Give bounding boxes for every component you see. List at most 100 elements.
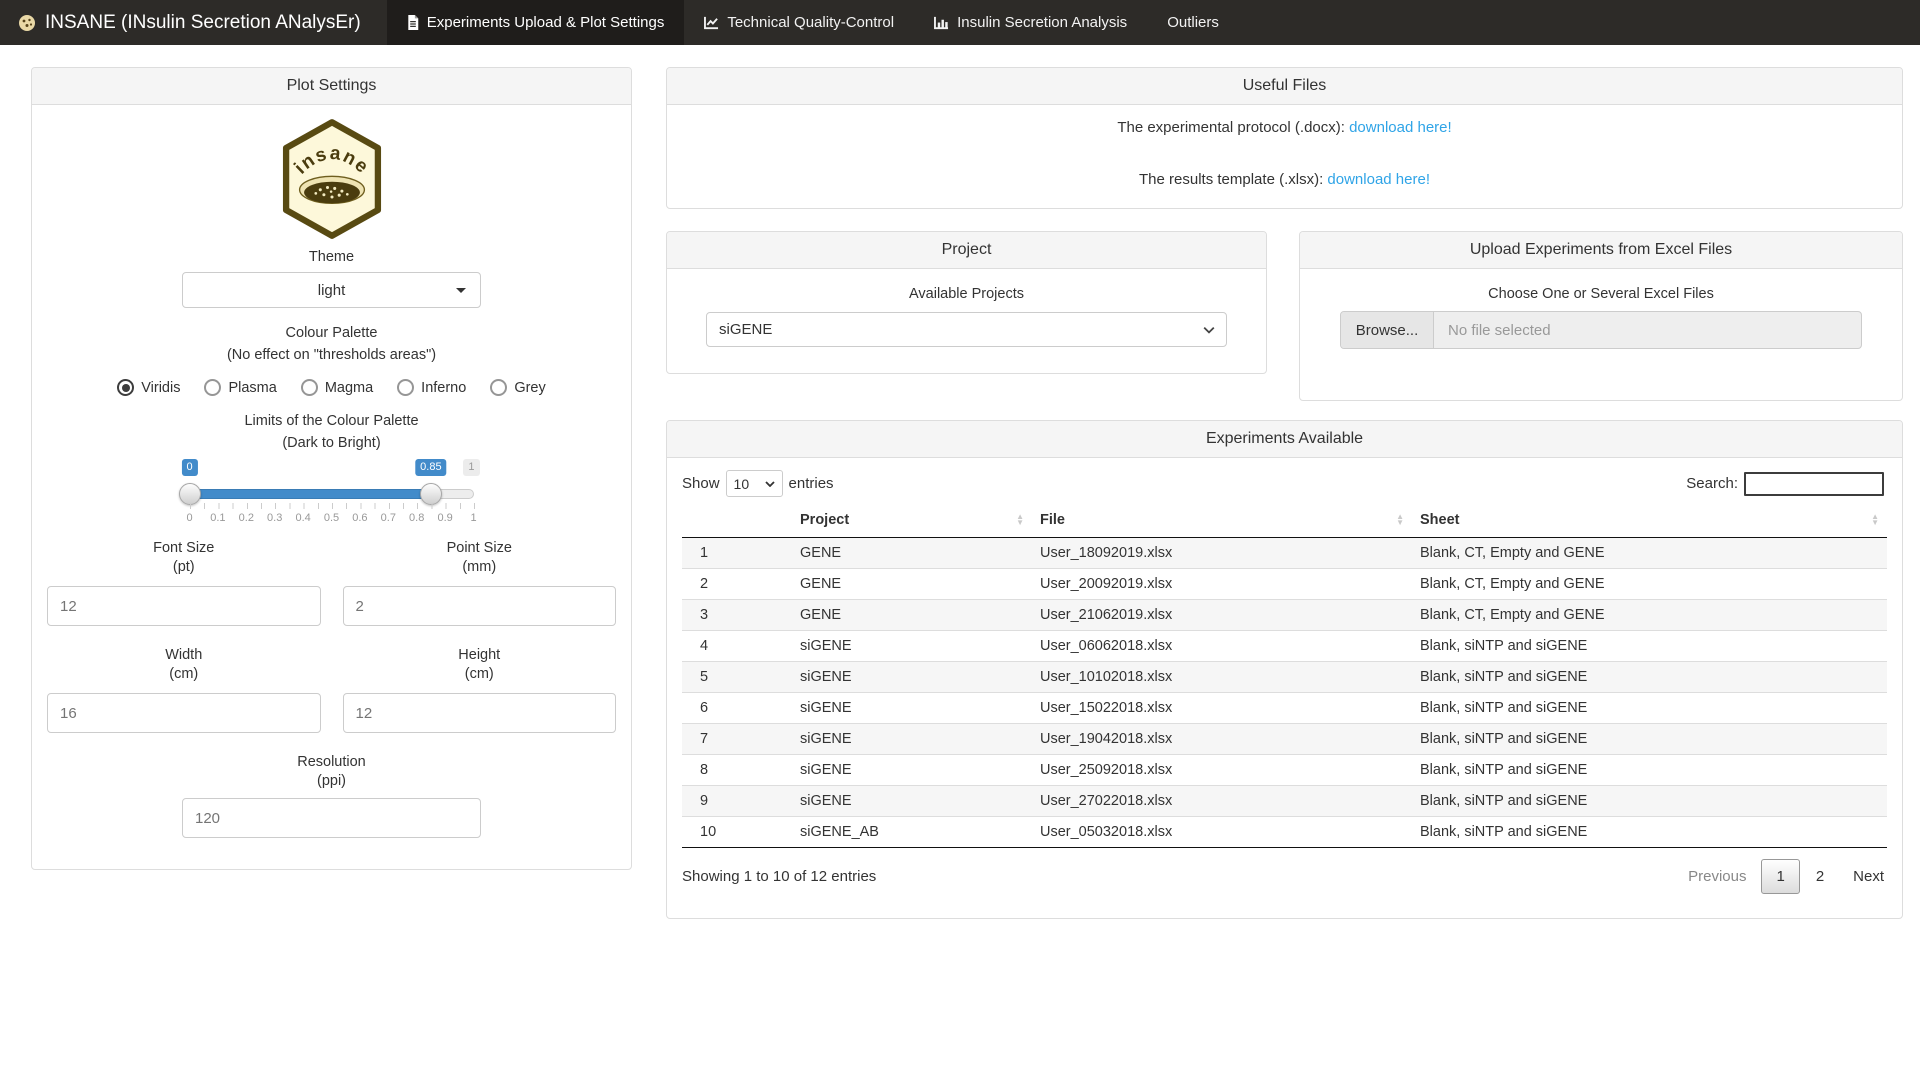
pagination-page-1[interactable]: 1 bbox=[1761, 859, 1799, 894]
pagination-next[interactable]: Next bbox=[1853, 868, 1884, 885]
height-label: Height bbox=[343, 646, 617, 665]
insane-logo: insane bbox=[278, 118, 386, 240]
radio-dot-icon bbox=[204, 379, 221, 396]
column-header-file[interactable]: File▲▼ bbox=[1032, 503, 1412, 538]
column-header-index[interactable] bbox=[682, 503, 792, 538]
page-length-select[interactable]: 10 bbox=[726, 470, 783, 497]
page-length-value: 10 bbox=[734, 476, 750, 492]
resolution-input[interactable] bbox=[182, 798, 481, 838]
navbar: INSANE (INsulin Secretion ANalysEr) Expe… bbox=[0, 0, 1920, 45]
point-size-input[interactable] bbox=[343, 586, 617, 626]
choose-files-label: Choose One or Several Excel Files bbox=[1300, 285, 1902, 304]
pagination: Previous 1 2 Next bbox=[1688, 859, 1884, 894]
navbar-brand: INSANE (INsulin Secretion ANalysEr) bbox=[0, 0, 379, 45]
template-line: The results template (.xlsx): download h… bbox=[667, 170, 1902, 189]
plot-settings-panel: Plot Settings insane Theme light Colour … bbox=[31, 67, 632, 870]
radio-dot-icon bbox=[490, 379, 507, 396]
colour-palette-sublabel: (No effect on "thresholds areas") bbox=[32, 346, 631, 365]
sort-icon: ▲▼ bbox=[1871, 514, 1879, 526]
point-size-label: Point Size bbox=[343, 539, 617, 558]
slider-handle-from[interactable] bbox=[179, 483, 201, 505]
theme-select-value: light bbox=[318, 282, 346, 299]
table-info: Showing 1 to 10 of 12 entries bbox=[682, 868, 876, 885]
height-input[interactable] bbox=[343, 693, 617, 733]
radio-viridis[interactable]: Viridis bbox=[117, 379, 180, 396]
useful-files-title: Useful Files bbox=[667, 68, 1902, 105]
table-row[interactable]: 8siGENEUser_25092018.xlsxBlank, siNTP an… bbox=[682, 755, 1887, 786]
table-row[interactable]: 3GENEUser_21062019.xlsxBlank, CT, Empty … bbox=[682, 600, 1887, 631]
pagination-previous[interactable]: Previous bbox=[1688, 868, 1746, 885]
slider-to-value: 0.85 bbox=[415, 459, 446, 476]
table-row[interactable]: 4siGENEUser_06062018.xlsxBlank, siNTP an… bbox=[682, 631, 1887, 662]
useful-files-panel: Useful Files The experimental protocol (… bbox=[666, 67, 1903, 209]
brand-title: INSANE (INsulin Secretion ANalysEr) bbox=[45, 12, 361, 34]
resolution-unit: (ppi) bbox=[32, 772, 631, 791]
width-input[interactable] bbox=[47, 693, 321, 733]
project-panel: Project Available Projects siGENE bbox=[666, 231, 1267, 374]
tab-outliers[interactable]: Outliers bbox=[1147, 0, 1239, 45]
resolution-label: Resolution bbox=[32, 753, 631, 772]
palette-limits-label: Limits of the Colour Palette bbox=[32, 412, 631, 431]
height-unit: (cm) bbox=[343, 665, 617, 684]
table-row[interactable]: 10siGENE_ABUser_05032018.xlsxBlank, siNT… bbox=[682, 817, 1887, 848]
column-header-project[interactable]: Project▲▼ bbox=[792, 503, 1032, 538]
font-size-unit: (pt) bbox=[47, 558, 321, 577]
column-header-sheet[interactable]: Sheet▲▼ bbox=[1412, 503, 1887, 538]
slider-handle-to[interactable] bbox=[420, 483, 442, 505]
sort-icon: ▲▼ bbox=[1396, 514, 1404, 526]
available-projects-value: siGENE bbox=[719, 321, 772, 338]
table-row[interactable]: 9siGENEUser_27022018.xlsxBlank, siNTP an… bbox=[682, 786, 1887, 817]
table-row[interactable]: 6siGENEUser_15022018.xlsxBlank, siNTP an… bbox=[682, 693, 1887, 724]
file-icon bbox=[407, 15, 419, 30]
experiments-panel: Experiments Available Show 10 entries Se… bbox=[666, 420, 1903, 919]
tab-label: Technical Quality-Control bbox=[727, 14, 894, 31]
radio-plasma[interactable]: Plasma bbox=[204, 379, 276, 396]
entries-label: entries bbox=[789, 475, 834, 492]
table-row[interactable]: 2GENEUser_20092019.xlsxBlank, CT, Empty … bbox=[682, 569, 1887, 600]
radio-dot-icon bbox=[117, 379, 134, 396]
pagination-page-2[interactable]: 2 bbox=[1809, 860, 1831, 893]
radio-magma[interactable]: Magma bbox=[301, 379, 373, 396]
experiments-table: Project▲▼ File▲▼ Sheet▲▼ 1GENEUser_18092… bbox=[682, 503, 1887, 848]
project-title: Project bbox=[667, 232, 1266, 269]
font-size-label: Font Size bbox=[47, 539, 321, 558]
theme-select[interactable]: light bbox=[182, 272, 481, 308]
upload-panel: Upload Experiments from Excel Files Choo… bbox=[1299, 231, 1903, 401]
radio-inferno[interactable]: Inferno bbox=[397, 379, 466, 396]
download-template-link[interactable]: download here! bbox=[1327, 171, 1430, 188]
search-input[interactable] bbox=[1744, 472, 1884, 496]
slider-selected-bar bbox=[190, 489, 431, 499]
chevron-down-icon bbox=[1203, 326, 1215, 334]
download-protocol-link[interactable]: download here! bbox=[1349, 119, 1452, 136]
page-length-control: Show 10 entries bbox=[682, 470, 834, 497]
width-label: Width bbox=[47, 646, 321, 665]
file-status: No file selected bbox=[1434, 312, 1861, 348]
tab-insulin-secretion-analysis[interactable]: Insulin Secretion Analysis bbox=[914, 0, 1147, 45]
plot-settings-title: Plot Settings bbox=[32, 68, 631, 105]
width-unit: (cm) bbox=[47, 665, 321, 684]
tab-label: Insulin Secretion Analysis bbox=[957, 14, 1127, 31]
table-row[interactable]: 1GENEUser_18092019.xlsxBlank, CT, Empty … bbox=[682, 538, 1887, 569]
font-size-input[interactable] bbox=[47, 586, 321, 626]
radio-grey[interactable]: Grey bbox=[490, 379, 545, 396]
chart-line-icon bbox=[704, 16, 719, 30]
show-label: Show bbox=[682, 475, 720, 492]
protocol-line: The experimental protocol (.docx): downl… bbox=[667, 118, 1902, 137]
tab-technical-quality-control[interactable]: Technical Quality-Control bbox=[684, 0, 914, 45]
browse-button[interactable]: Browse... bbox=[1341, 312, 1434, 348]
sort-icon: ▲▼ bbox=[1016, 514, 1024, 526]
table-row[interactable]: 7siGENEUser_19042018.xlsxBlank, siNTP an… bbox=[682, 724, 1887, 755]
search-label: Search: bbox=[1686, 475, 1738, 492]
palette-limits-slider[interactable]: 0 0.85 1 0 0.1 0.2 0.3 0.4 0.5 0.6 0.7 0… bbox=[190, 459, 474, 531]
search-control: Search: bbox=[1686, 472, 1884, 496]
chevron-down-icon bbox=[765, 481, 775, 487]
table-header-row: Project▲▼ File▲▼ Sheet▲▼ bbox=[682, 503, 1887, 538]
tab-experiments-upload-plot-settings[interactable]: Experiments Upload & Plot Settings bbox=[387, 0, 685, 45]
available-projects-select[interactable]: siGENE bbox=[706, 312, 1227, 347]
table-row[interactable]: 5siGENEUser_10102018.xlsxBlank, siNTP an… bbox=[682, 662, 1887, 693]
file-input[interactable]: Browse... No file selected bbox=[1340, 311, 1862, 349]
upload-title: Upload Experiments from Excel Files bbox=[1300, 232, 1902, 269]
chart-bar-icon bbox=[934, 16, 949, 30]
theme-label: Theme bbox=[32, 248, 631, 267]
point-size-unit: (mm) bbox=[343, 558, 617, 577]
